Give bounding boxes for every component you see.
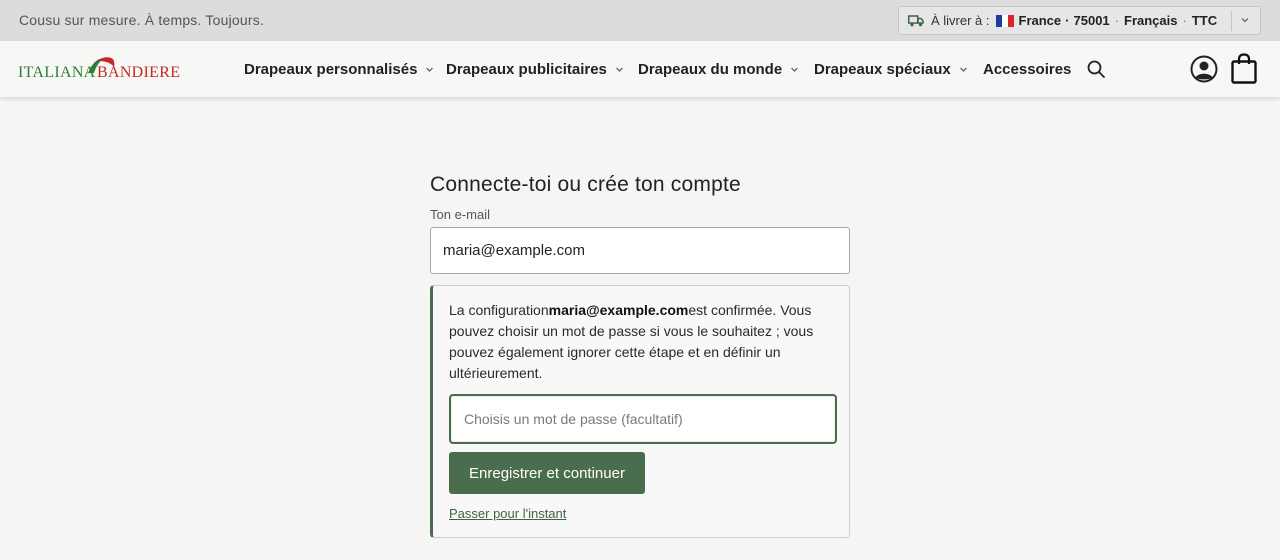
logo[interactable]: ITALIANA BANDIERE: [18, 55, 180, 83]
chevron-down-icon: [791, 67, 799, 72]
account-icon[interactable]: [1189, 54, 1218, 83]
email-label: Ton e-mail: [430, 207, 490, 222]
france-flag-icon: [995, 14, 1014, 27]
nav-item-drapeaux-personnalises[interactable]: Drapeaux personnalisés: [244, 41, 434, 97]
delivery-selector[interactable]: À livrer à : France · 75001 · Français ·…: [898, 6, 1261, 35]
message-email: maria@example.com: [548, 302, 689, 318]
chevron-down-icon: [1239, 14, 1251, 26]
logo-text-bandiere: BANDIERE: [97, 64, 181, 81]
delivery-postcode: 75001: [1073, 13, 1110, 28]
top-announcement-bar: Cousu sur mesure. À temps. Toujours. À l…: [0, 0, 1280, 41]
separator: ·: [1182, 13, 1187, 28]
delivery-tax: TTC: [1191, 13, 1218, 28]
nav-item-label: Accessoires: [983, 60, 1072, 78]
logo-text-italiana: ITALIANA: [18, 64, 96, 81]
nav-item-accessoires[interactable]: Accessoires: [983, 41, 1071, 97]
chevron-down-icon: [615, 67, 623, 72]
nav-item-label: Drapeaux publicitaires: [446, 60, 607, 78]
nav-item-drapeaux-publicitaires[interactable]: Drapeaux publicitaires: [446, 41, 624, 97]
password-field[interactable]: [449, 394, 837, 444]
delivery-language: Français: [1124, 13, 1178, 28]
message-prefix: La configuration: [449, 302, 549, 318]
confirmation-message: La configurationmaria@example.comest con…: [449, 300, 829, 384]
shopping-bag-icon[interactable]: [1230, 52, 1257, 84]
password-setup-panel: La configurationmaria@example.comest con…: [430, 285, 850, 538]
nav-item-label: Drapeaux personnalisés: [244, 60, 418, 78]
nav-item-label: Drapeaux spéciaux: [814, 60, 951, 78]
truck-icon: [908, 14, 924, 28]
page-title: Connecte-toi ou crée ton compte: [430, 173, 741, 196]
divider: [1231, 11, 1232, 31]
site-header: ITALIANA BANDIERE Drapeaux personnalisés…: [0, 41, 1280, 97]
separator: ·: [1114, 13, 1119, 28]
email-field[interactable]: [430, 227, 850, 274]
chevron-down-icon: [426, 67, 434, 72]
delivery-label: À livrer à :: [931, 13, 990, 28]
delivery-country: France: [1018, 13, 1062, 28]
separator: ·: [1065, 13, 1070, 28]
chevron-down-icon: [959, 67, 967, 72]
nav-item-label: Drapeaux du monde: [638, 60, 783, 78]
skip-link[interactable]: Passer pour l'instant: [449, 506, 566, 521]
tagline: Cousu sur mesure. À temps. Toujours.: [19, 12, 265, 28]
nav-item-drapeaux-du-monde[interactable]: Drapeaux du monde: [638, 41, 799, 97]
search-icon[interactable]: [1085, 58, 1107, 80]
nav-item-drapeaux-speciaux[interactable]: Drapeaux spéciaux: [814, 41, 968, 97]
save-and-continue-button[interactable]: Enregistrer et continuer: [449, 452, 645, 494]
